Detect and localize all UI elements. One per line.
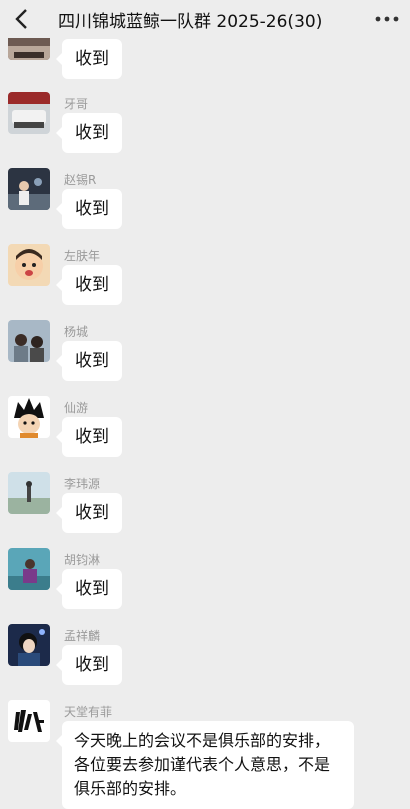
message-bubble[interactable]: 收到 [56, 113, 122, 153]
sender-name: 胡钧淋 [64, 553, 101, 567]
sender-name: 仙游 [64, 401, 89, 415]
avatar[interactable] [8, 624, 50, 666]
sender-name: 牙哥 [64, 97, 89, 111]
avatar[interactable] [8, 396, 50, 438]
sender-name: 赵锡R [64, 173, 97, 187]
avatar[interactable] [8, 320, 50, 362]
message-bubble[interactable]: 收到 [56, 569, 122, 609]
avatar[interactable] [8, 548, 50, 590]
message-bubble[interactable]: 收到 [56, 341, 122, 381]
avatar[interactable] [8, 244, 50, 286]
chevron-left-icon[interactable] [8, 6, 34, 32]
chat-header: 四川锦城蓝鲸一队群 2025-26(30) [0, 0, 410, 38]
message-bubble[interactable]: 收到 [56, 189, 122, 229]
message-bubble[interactable]: 收到 [56, 645, 122, 685]
more-dots-icon[interactable] [372, 8, 402, 30]
avatar[interactable] [8, 92, 50, 134]
sender-name: 天堂有菲 [64, 705, 113, 719]
chat-feed[interactable]: 收到 牙哥 收到 赵锡R 收到 左肤年 收到 杨城 收到 仙游 收到 李玮源 收… [0, 0, 410, 809]
message-bubble[interactable]: 收到 [56, 493, 122, 533]
message-bubble[interactable]: 收到 [56, 39, 122, 79]
avatar[interactable] [8, 168, 50, 210]
page-title: 四川锦城蓝鲸一队群 2025-26(30) [58, 12, 323, 32]
message-bubble[interactable]: 收到 [56, 417, 122, 457]
avatar[interactable] [8, 472, 50, 514]
sender-name: 杨城 [64, 325, 89, 339]
sender-name: 李玮源 [64, 477, 101, 491]
sender-name: 左肤年 [64, 249, 101, 263]
message-bubble[interactable]: 收到 [56, 265, 122, 305]
sender-name: 孟祥麟 [64, 629, 101, 643]
avatar[interactable] [8, 700, 50, 742]
